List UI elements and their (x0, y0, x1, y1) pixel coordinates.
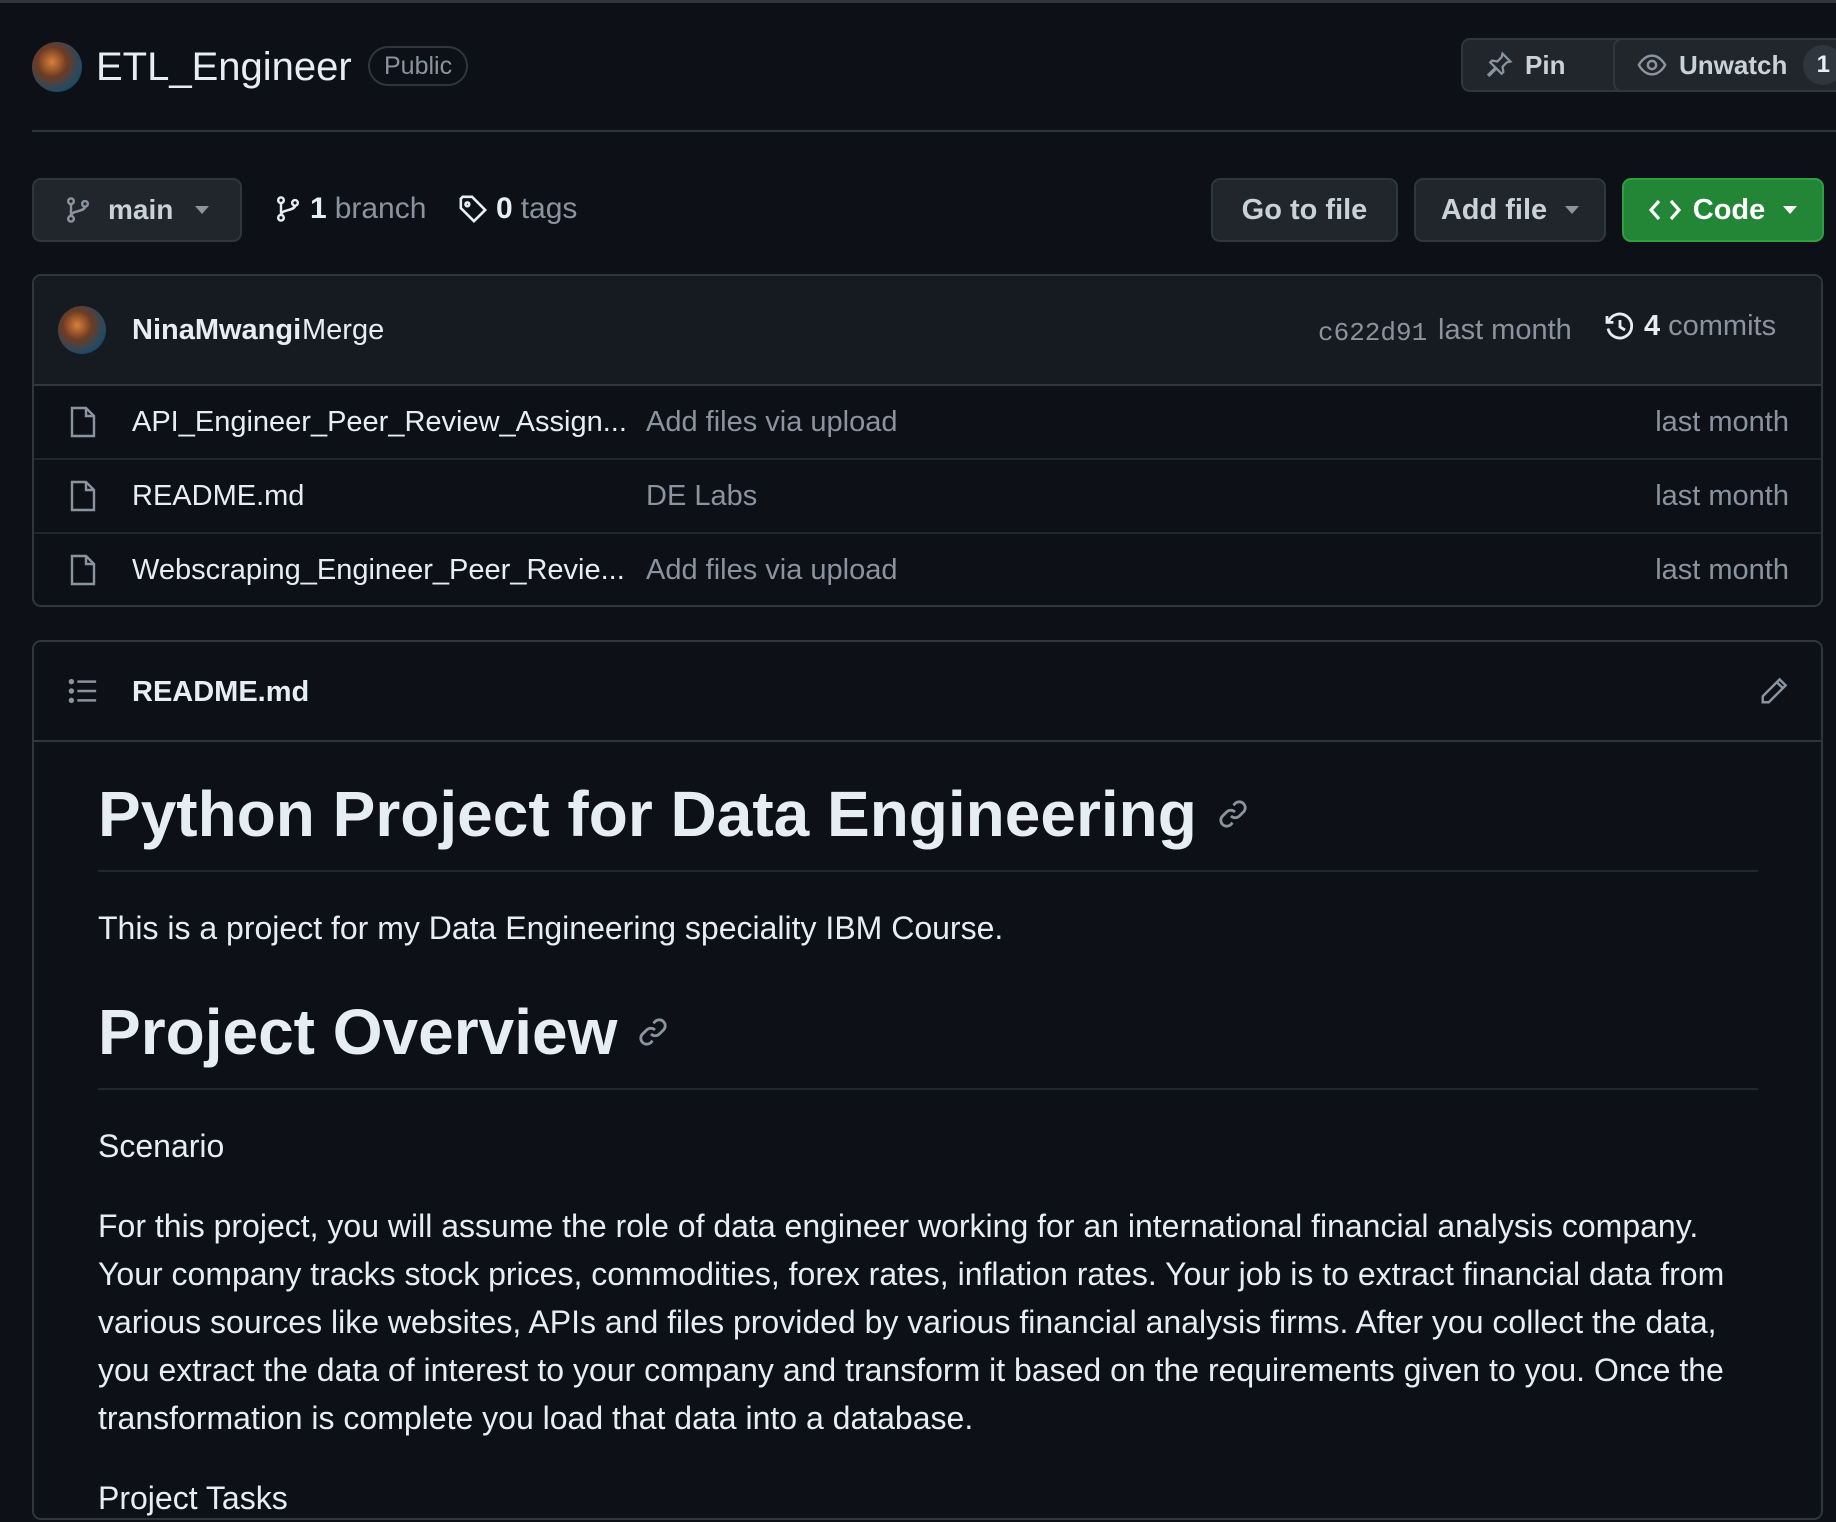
file-commit-time: last month (1655, 406, 1789, 438)
repo-name[interactable]: ETL_Engineer (96, 42, 352, 92)
file-row[interactable]: API_Engineer_Peer_Review_Assign... Add f… (34, 384, 1821, 460)
visibility-badge: Public (368, 46, 469, 86)
list-unordered-icon[interactable] (68, 676, 98, 706)
file-row[interactable]: README.md DE Labs last month (34, 458, 1821, 534)
pencil-icon[interactable] (1759, 676, 1789, 706)
file-commit-time: last month (1655, 480, 1789, 512)
readme-content: Python Project for Data Engineering This… (98, 740, 1758, 1522)
chevron-down-icon (1783, 206, 1798, 214)
heading-text: Project Overview (98, 996, 618, 1068)
file-row[interactable]: Webscraping_Engineer_Peer_Revie... Add f… (34, 532, 1821, 605)
commits-link[interactable]: 4 commits (1604, 310, 1776, 343)
link-icon[interactable] (1217, 798, 1249, 830)
code-label: Code (1692, 193, 1766, 226)
link-icon[interactable] (637, 1016, 669, 1048)
watch-counter: 1 (1803, 45, 1836, 85)
tag-label: tags (520, 192, 578, 225)
add-file-button[interactable]: Add file (1414, 178, 1606, 242)
commit-sha[interactable]: c622d91 (1318, 318, 1427, 348)
next-section-label: Project Tasks (98, 1480, 288, 1516)
file-commit-message[interactable]: DE Labs (646, 480, 757, 513)
file-commit-message[interactable]: Add files via upload (646, 554, 898, 587)
tag-icon (458, 194, 488, 224)
tags-link[interactable]: 0 tags (458, 192, 577, 226)
branch-label: branch (334, 192, 427, 225)
branch-name: main (108, 194, 174, 225)
top-border (0, 0, 1836, 3)
commit-author-avatar[interactable] (58, 306, 106, 354)
owner-avatar[interactable] (32, 42, 82, 92)
eye-icon (1637, 50, 1667, 80)
readme-panel: README.md Python Project for Data Engine… (32, 640, 1823, 1520)
pin-label: Pin (1525, 49, 1566, 80)
branches-link[interactable]: 1 branch (274, 192, 426, 226)
git-branch-icon (274, 194, 302, 224)
add-file-label: Add file (1440, 193, 1548, 226)
go-to-file-label: Go to file (1241, 193, 1368, 226)
file-icon (70, 554, 96, 586)
file-icon (70, 406, 96, 438)
file-name[interactable]: API_Engineer_Peer_Review_Assign... (132, 406, 627, 439)
chevron-down-icon (1565, 206, 1580, 214)
commit-count-label: commits (1668, 310, 1777, 342)
pin-button[interactable]: Pin (1461, 38, 1629, 92)
readme-header: README.md (34, 642, 1821, 742)
commit-message[interactable]: Merge (302, 314, 384, 347)
unwatch-label: Unwatch (1679, 49, 1788, 80)
file-icon (70, 480, 96, 512)
file-commit-message[interactable]: Add files via upload (646, 406, 898, 439)
file-name[interactable]: README.md (132, 480, 304, 513)
file-name[interactable]: Webscraping_Engineer_Peer_Revie... (132, 554, 625, 587)
repo-header: ETL_Engineer Public Pin Unwatch 1 (32, 38, 1836, 132)
latest-commit-bar: NinaMwangi Merge c622d91 last month 4 co… (34, 276, 1821, 386)
pin-icon (1485, 51, 1513, 79)
git-branch-icon (64, 196, 92, 224)
code-icon (1648, 197, 1681, 223)
commit-count: 4 (1644, 310, 1661, 342)
commit-time: last month (1438, 314, 1572, 346)
readme-heading: Project Overview (98, 992, 1758, 1090)
heading-text: Python Project for Data Engineering (98, 778, 1197, 850)
readme-filename[interactable]: README.md (132, 676, 309, 709)
readme-intro-paragraph: This is a project for my Data Engineerin… (98, 910, 1004, 946)
scenario-paragraph: For this project, you will assume the ro… (98, 1208, 1725, 1436)
history-icon (1604, 311, 1636, 343)
scenario-label: Scenario (98, 1128, 225, 1164)
branch-count: 1 (310, 192, 327, 225)
unwatch-button[interactable]: Unwatch 1 (1613, 38, 1836, 92)
tag-count: 0 (496, 192, 513, 225)
branch-select-button[interactable]: main (32, 178, 242, 242)
code-button[interactable]: Code (1622, 178, 1824, 242)
file-browser: NinaMwangi Merge c622d91 last month 4 co… (32, 274, 1823, 607)
file-commit-time: last month (1655, 554, 1789, 586)
commit-author[interactable]: NinaMwangi (132, 314, 301, 347)
go-to-file-button[interactable]: Go to file (1211, 178, 1398, 242)
readme-heading: Python Project for Data Engineering (98, 774, 1758, 872)
chevron-down-icon (195, 206, 210, 214)
